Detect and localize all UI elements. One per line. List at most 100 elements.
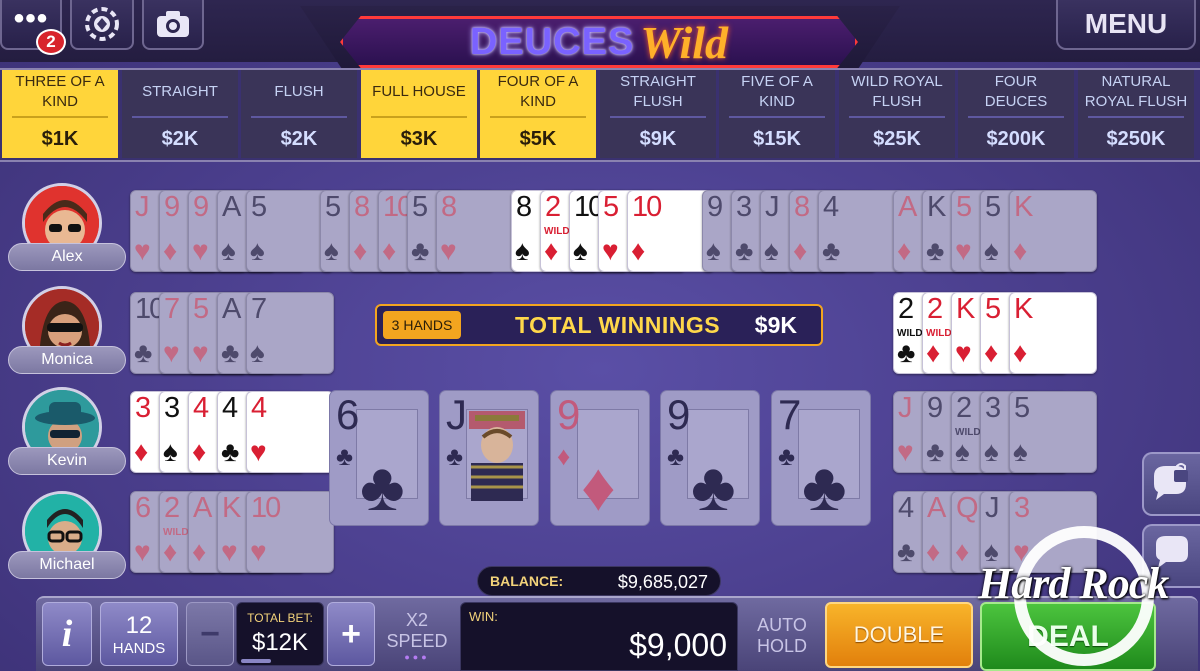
paytable-cell: STRAIGHT $2K xyxy=(122,70,238,158)
player-monica[interactable]: Monica xyxy=(8,286,126,378)
card-rank: K xyxy=(927,191,946,223)
auto-hold-line1: AUTO xyxy=(757,615,807,635)
card-rank: J xyxy=(446,391,467,438)
player-hand: J ♥ 9 ♦ 9 ♥ A ♠ 5 ♠ xyxy=(130,190,334,272)
diamond-icon: ♦ xyxy=(1013,337,1028,368)
card-rank: 5 xyxy=(1014,392,1030,424)
card-rank: 5 xyxy=(985,293,1001,325)
main-hand-card[interactable]: 9 ♦ ♦ xyxy=(550,390,650,526)
double-button[interactable]: DOUBLE xyxy=(825,602,973,668)
paytable-cell: FLUSH $2K xyxy=(241,70,357,158)
diamond-icon: ♦ xyxy=(793,235,808,266)
heart-icon: ♥ xyxy=(192,337,209,368)
card-rank: 8 xyxy=(516,191,532,223)
spade-icon: ♠ xyxy=(764,235,779,266)
minus-icon: − xyxy=(200,614,220,653)
notification-badge: 2 xyxy=(36,29,66,55)
paytable-cell: FULL HOUSE $3K xyxy=(361,70,477,158)
balance-value: $9,685,027 xyxy=(617,572,708,592)
chip-button[interactable] xyxy=(70,0,134,50)
player-hand: 6 ♥ 2 WILD ♦ A ♦ K ♥ 10 ♥ xyxy=(130,491,334,573)
plus-icon: + xyxy=(341,614,361,653)
player-hand: 5 ♠ 8 ♦ 10 ♦ 5 ♣ 8 ♥ xyxy=(320,190,524,272)
diamond-icon: ♦ xyxy=(192,436,207,467)
heart-icon: ♥ xyxy=(221,536,238,567)
card-rank: 3 xyxy=(164,392,180,424)
paytable-hand-name: THREE OF A KIND xyxy=(15,73,105,110)
locked-chat-button[interactable] xyxy=(1142,452,1200,516)
diamond-icon: ♦ xyxy=(163,235,178,266)
paytable-payout: $1K xyxy=(41,128,79,150)
camera-icon xyxy=(157,11,189,37)
paytable-hand-name: NATURAL ROYAL FLUSH xyxy=(1084,73,1188,110)
card-rank: 9 xyxy=(707,191,723,223)
spade-icon: ♠ xyxy=(984,436,999,467)
card-rank: K xyxy=(956,293,975,325)
diamond-icon: ♦ xyxy=(984,337,999,368)
card-rank: 9 xyxy=(927,392,943,424)
club-icon: ♣ xyxy=(822,235,841,266)
main-hand-card[interactable]: 7 ♣ ♣ xyxy=(771,390,871,526)
paytable-hand-name: FLUSH xyxy=(274,83,324,100)
player-michael[interactable]: Michael xyxy=(8,491,126,583)
diamond-icon: ♦ xyxy=(631,235,646,266)
paytable-payout: $15K xyxy=(753,128,801,150)
card-rank: 7 xyxy=(251,293,267,325)
diamond-icon: ♦ xyxy=(955,536,970,567)
paytable-hand-name: WILD ROYAL FLUSH xyxy=(851,73,943,110)
diamond-icon: ♦ xyxy=(134,436,149,467)
auto-hold-toggle[interactable]: AUTO HOLD xyxy=(746,606,818,666)
screenshot-button[interactable] xyxy=(142,0,204,50)
paytable-cell: THREE OF A KIND $1K xyxy=(2,70,118,158)
game-screen: { "topbar": { "notification_count": "2",… xyxy=(0,0,1200,671)
paytable-cell: FIVE OF A KIND $15K xyxy=(719,70,835,158)
playing-card: K ♦ xyxy=(1009,190,1097,272)
player-kevin[interactable]: Kevin xyxy=(8,387,126,479)
decrease-bet-button[interactable]: − xyxy=(186,602,234,666)
diamond-icon: ♦ xyxy=(192,536,207,567)
hands-label: HANDS xyxy=(112,639,166,657)
player-alex[interactable]: Alex xyxy=(8,183,126,275)
diamond-large-icon: ♦ xyxy=(581,449,616,525)
card-rank: 5 xyxy=(985,191,1001,223)
card-rank: 7 xyxy=(164,293,180,325)
winning-hands-count: 3 HANDS xyxy=(383,311,461,339)
increase-bet-button[interactable]: + xyxy=(327,602,375,666)
card-rank: A xyxy=(222,293,241,325)
menu-button[interactable]: MENU xyxy=(1056,0,1196,50)
card-rank: 3 xyxy=(135,392,151,424)
heart-icon: ♥ xyxy=(250,536,267,567)
spade-icon: ♠ xyxy=(706,235,721,266)
spade-icon: ♠ xyxy=(984,235,999,266)
card-rank: 4 xyxy=(193,392,209,424)
diamond-icon: ♦ xyxy=(163,536,178,567)
paytable-payout: $5K xyxy=(519,128,557,150)
card-rank: 10 xyxy=(251,492,281,524)
main-hand-card[interactable]: 9 ♣ ♣ xyxy=(660,390,760,526)
spade-icon: ♠ xyxy=(163,436,178,467)
card-rank: 8 xyxy=(794,191,810,223)
spade-icon: ♠ xyxy=(250,337,265,368)
club-icon: ♣ xyxy=(926,235,945,266)
heart-icon: ♥ xyxy=(440,235,457,266)
speed-dots: ●●● xyxy=(404,652,430,662)
spade-icon: ♠ xyxy=(515,235,530,266)
heart-icon: ♥ xyxy=(602,235,619,266)
poker-chip-icon xyxy=(85,7,119,41)
paytable-divider xyxy=(1088,116,1184,118)
main-hand-card[interactable]: J ♣ xyxy=(439,390,539,526)
club-icon: ♣ xyxy=(926,436,945,467)
playing-card: 7 ♠ xyxy=(246,292,334,374)
card-rank: 9 xyxy=(667,391,691,438)
main-hand-card[interactable]: 6 ♣ ♣ xyxy=(329,390,429,526)
club-icon: ♣ xyxy=(735,235,754,266)
card-rank: 9 xyxy=(557,391,581,438)
hands-selector-button[interactable]: 12 HANDS xyxy=(100,602,178,666)
lock-chat-icon xyxy=(1154,463,1188,500)
speed-toggle[interactable]: X2 SPEED ●●● xyxy=(380,606,454,666)
card-rank: 5 xyxy=(603,191,619,223)
card-rank: 3 xyxy=(985,392,1001,424)
info-button[interactable]: i xyxy=(42,602,92,666)
heart-icon: ♥ xyxy=(163,337,180,368)
info-icon: i xyxy=(61,613,73,655)
